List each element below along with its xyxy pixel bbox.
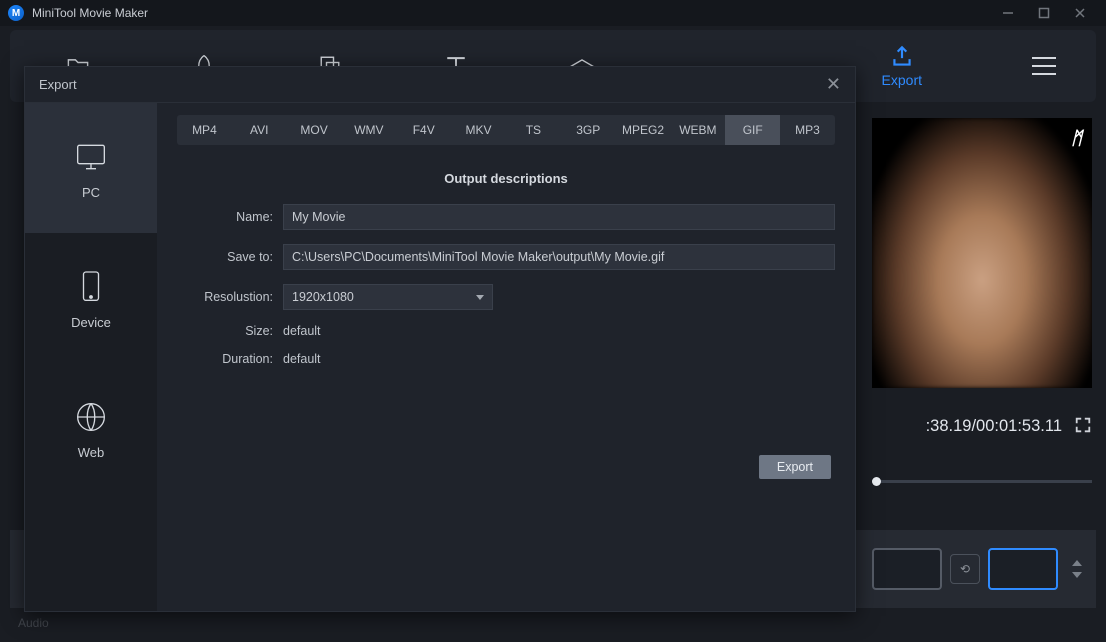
format-tab-gif[interactable]: GIF bbox=[725, 115, 780, 145]
resolution-label: Resolustion: bbox=[177, 290, 273, 304]
format-tab-mpeg2[interactable]: MPEG2 bbox=[616, 115, 671, 145]
sidebar-item-label: Web bbox=[78, 445, 105, 460]
preview-area: ᛗ :38.19/00:01:53.11 bbox=[872, 118, 1092, 437]
format-tab-f4v[interactable]: F4V bbox=[396, 115, 451, 145]
menu-icon[interactable] bbox=[1032, 57, 1056, 75]
device-icon bbox=[71, 267, 111, 307]
saveto-label: Save to: bbox=[177, 250, 273, 264]
web-icon bbox=[71, 397, 111, 437]
playback-progress[interactable] bbox=[872, 480, 1092, 483]
size-label: Size: bbox=[177, 324, 273, 338]
minimize-button[interactable] bbox=[990, 1, 1026, 25]
format-tab-ts[interactable]: TS bbox=[506, 115, 561, 145]
pc-icon bbox=[71, 137, 111, 177]
export-toolbar-button[interactable]: Export bbox=[882, 44, 922, 88]
export-dialog-title: Export bbox=[39, 77, 77, 92]
name-label: Name: bbox=[177, 210, 273, 224]
resolution-value: 1920x1080 bbox=[292, 290, 354, 304]
link-icon[interactable]: ⟲ bbox=[950, 554, 980, 584]
export-target-sidebar: PC Device Web bbox=[25, 103, 157, 611]
sidebar-item-device[interactable]: Device bbox=[25, 233, 157, 363]
app-logo-icon: M bbox=[8, 5, 24, 21]
format-tab-mp3[interactable]: MP3 bbox=[780, 115, 835, 145]
format-tabs: MP4AVIMOVWMVF4VMKVTS3GPMPEG2WEBMGIFMP3 bbox=[177, 115, 835, 145]
sidebar-item-label: PC bbox=[82, 185, 100, 200]
format-tab-wmv[interactable]: WMV bbox=[341, 115, 396, 145]
playback-time: :38.19/00:01:53.11 bbox=[926, 417, 1062, 436]
resolution-select[interactable]: 1920x1080 bbox=[283, 284, 493, 310]
thumb-scroll[interactable] bbox=[1072, 560, 1082, 578]
audio-track-label: Audio bbox=[18, 616, 49, 630]
progress-handle-icon[interactable] bbox=[872, 477, 881, 486]
close-dialog-button[interactable]: ✕ bbox=[826, 74, 841, 95]
export-toolbar-label: Export bbox=[882, 72, 922, 88]
close-window-button[interactable] bbox=[1062, 1, 1098, 25]
format-tab-avi[interactable]: AVI bbox=[232, 115, 287, 145]
format-tab-mkv[interactable]: MKV bbox=[451, 115, 506, 145]
app-title: MiniTool Movie Maker bbox=[32, 6, 148, 20]
sidebar-item-web[interactable]: Web bbox=[25, 363, 157, 493]
size-value: default bbox=[283, 324, 835, 338]
caret-down-icon bbox=[476, 295, 484, 300]
sidebar-item-pc[interactable]: PC bbox=[25, 103, 157, 233]
preview-frame[interactable]: ᛗ bbox=[872, 118, 1092, 388]
format-tab-3gp[interactable]: 3GP bbox=[561, 115, 616, 145]
name-input[interactable] bbox=[283, 204, 835, 230]
export-button[interactable]: Export bbox=[759, 455, 831, 479]
output-section-title: Output descriptions bbox=[177, 171, 835, 186]
thumbnail[interactable] bbox=[872, 548, 942, 590]
format-tab-webm[interactable]: WEBM bbox=[670, 115, 725, 145]
thumbnail[interactable] bbox=[988, 548, 1058, 590]
titlebar: M MiniTool Movie Maker bbox=[0, 0, 1106, 26]
duration-label: Duration: bbox=[177, 352, 273, 366]
export-dialog: Export ✕ PC Device Web MP4AVIMOVWMVF4VMK… bbox=[24, 66, 856, 612]
format-tab-mp4[interactable]: MP4 bbox=[177, 115, 232, 145]
duration-value: default bbox=[283, 352, 835, 366]
watermark-icon: ᛗ bbox=[1071, 128, 1082, 149]
maximize-button[interactable] bbox=[1026, 1, 1062, 25]
saveto-input[interactable] bbox=[283, 244, 835, 270]
sidebar-item-label: Device bbox=[71, 315, 111, 330]
format-tab-mov[interactable]: MOV bbox=[287, 115, 342, 145]
fullscreen-icon[interactable] bbox=[1074, 416, 1092, 437]
